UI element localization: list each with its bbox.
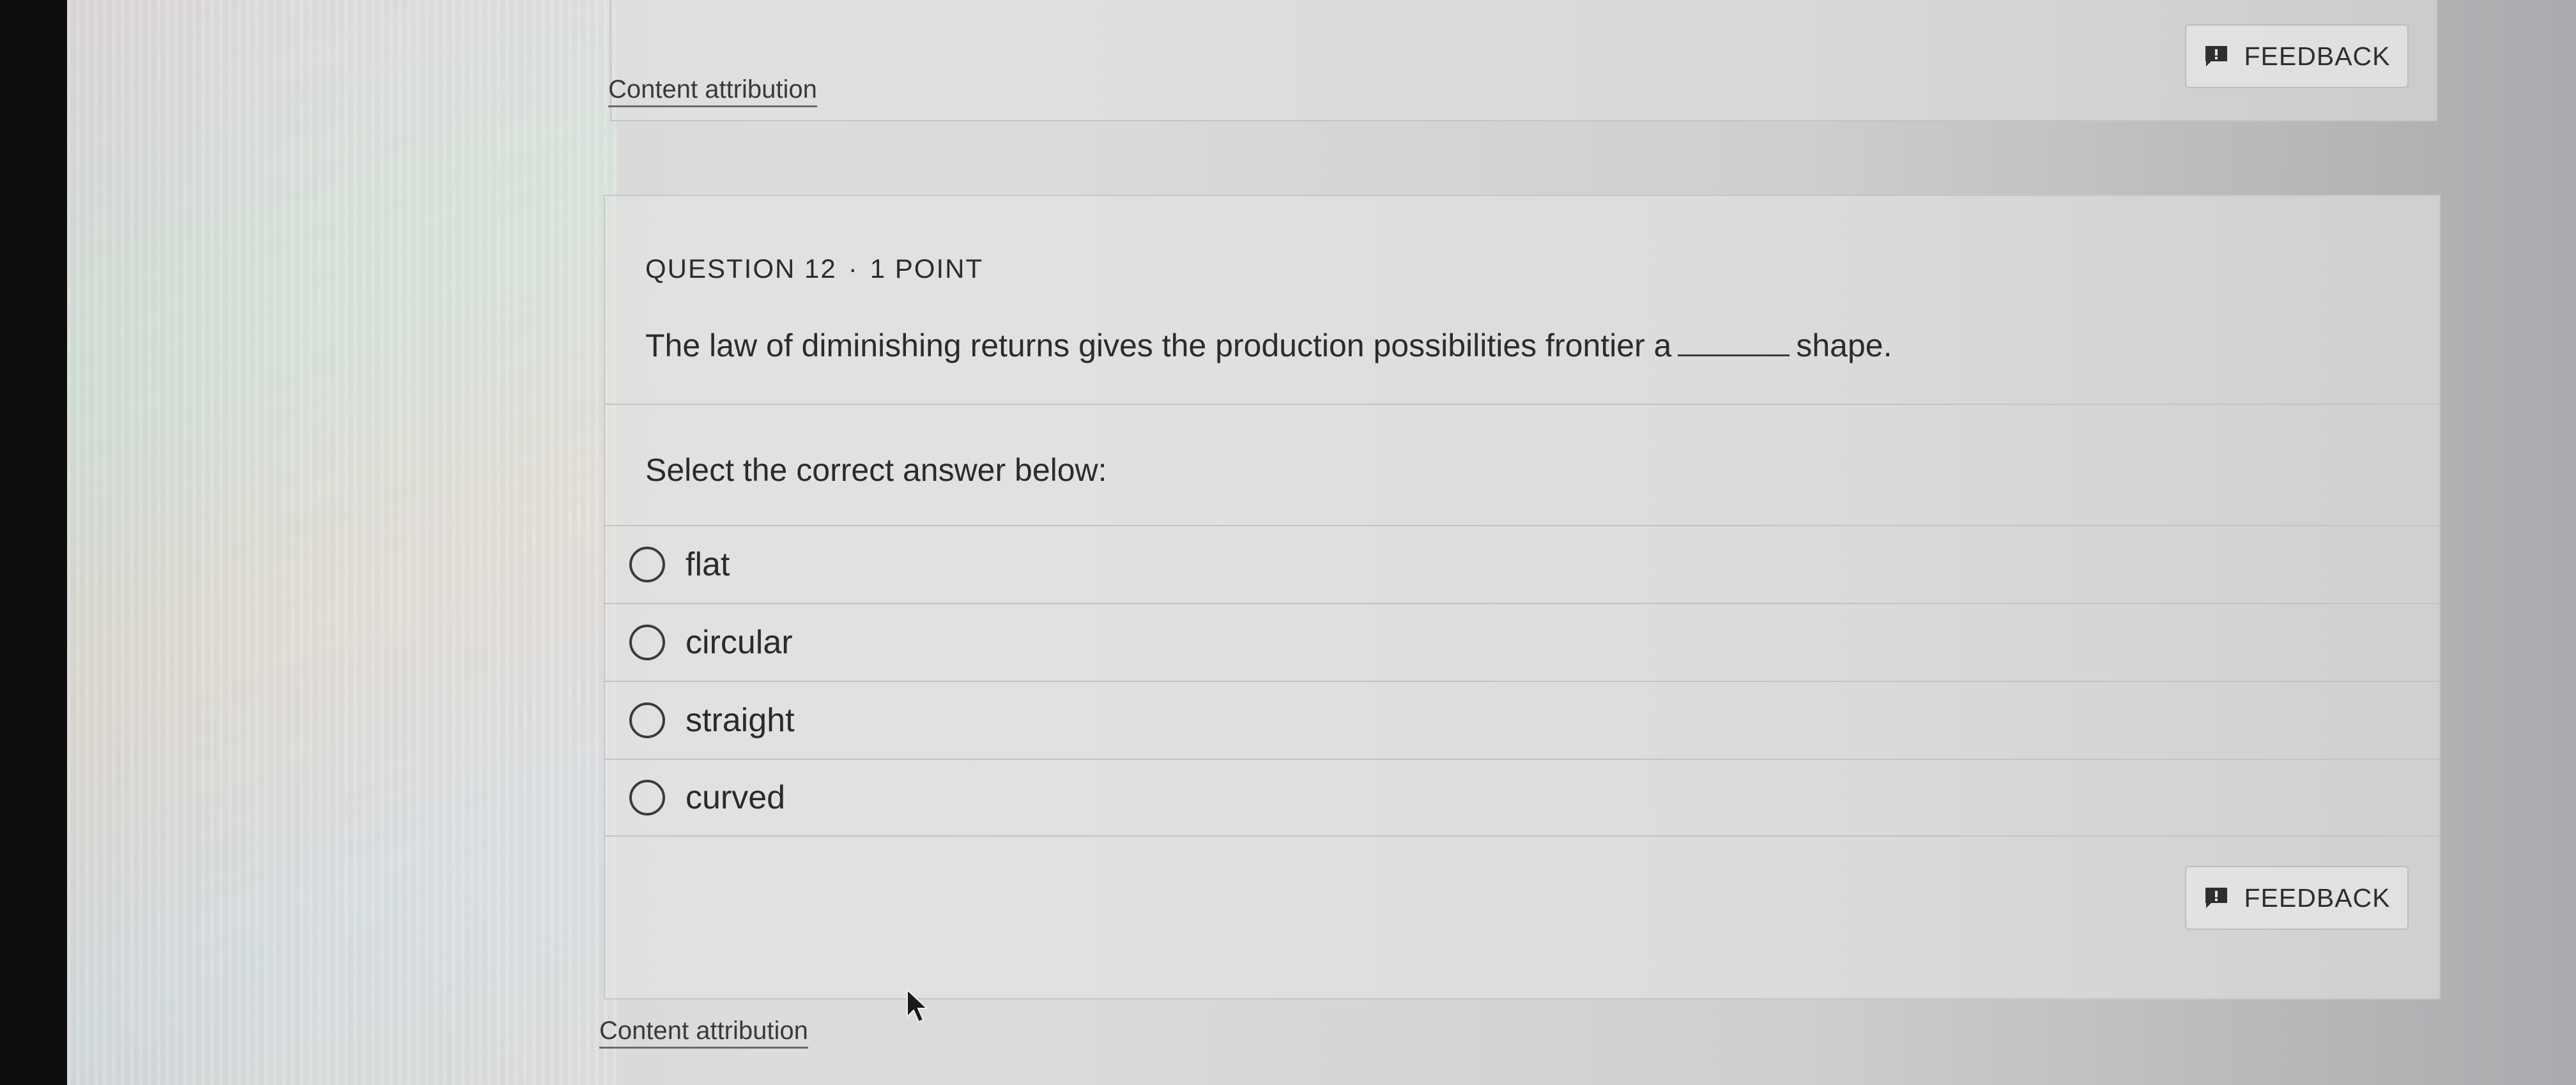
- question-text: The law of diminishing returns gives the…: [645, 327, 1892, 364]
- question-number: QUESTION 12: [645, 254, 837, 284]
- answer-prompt: Select the correct answer below:: [645, 452, 1107, 488]
- feedback-button[interactable]: FEEDBACK: [2185, 866, 2409, 930]
- option-label: flat: [686, 546, 730, 583]
- mouse-pointer-icon: [906, 988, 931, 1030]
- question-card: QUESTION 12 · 1 POINT The law of diminishi…: [604, 195, 2441, 999]
- answer-blank: [1678, 354, 1790, 356]
- question-text-before: The law of diminishing returns gives the…: [645, 328, 1672, 363]
- answer-option-curved[interactable]: curved: [605, 759, 2439, 837]
- radio-button[interactable]: [629, 625, 665, 660]
- feedback-icon: [2204, 45, 2229, 68]
- feedback-label: FEEDBACK: [2244, 41, 2391, 71]
- answer-option-circular[interactable]: circular: [605, 603, 2439, 681]
- answer-option-straight[interactable]: straight: [605, 681, 2439, 759]
- question-header: QUESTION 12 · 1 POINT: [645, 254, 983, 284]
- divider: [605, 404, 2439, 405]
- radio-button[interactable]: [629, 780, 665, 816]
- answer-option-flat[interactable]: flat: [605, 525, 2439, 603]
- content-attribution-link[interactable]: Content attribution: [599, 1017, 808, 1049]
- screen-bezel: [0, 0, 67, 1085]
- feedback-label: FEEDBACK: [2244, 883, 2391, 913]
- option-label: circular: [686, 624, 793, 661]
- previous-question-card: [610, 0, 2437, 121]
- header-separator: ·: [848, 254, 859, 284]
- radio-button[interactable]: [629, 702, 665, 738]
- question-text-after: shape.: [1796, 328, 1892, 363]
- feedback-button-top[interactable]: FEEDBACK: [2185, 24, 2409, 88]
- option-label: curved: [686, 779, 786, 816]
- feedback-icon: [2204, 886, 2229, 909]
- question-points: 1 POINT: [870, 254, 984, 284]
- radio-button[interactable]: [629, 547, 665, 582]
- option-label: straight: [686, 702, 795, 739]
- content-attribution-link-top[interactable]: Content attribution: [608, 75, 817, 107]
